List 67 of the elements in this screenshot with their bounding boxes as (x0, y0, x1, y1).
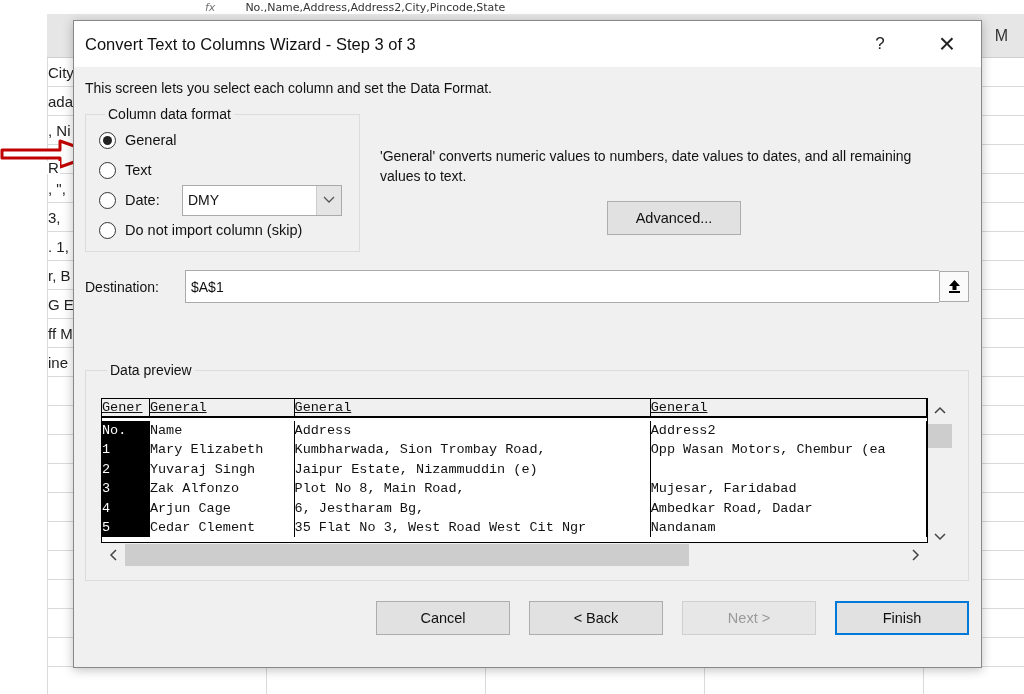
preview-cell: Mujesar, Faridabad (650, 481, 797, 497)
window-title: Convert Text to Columns Wizard - Step 3 of 3 (85, 34, 417, 54)
function-label: fx (205, 0, 216, 14)
sheet-cell: r, B (47, 267, 71, 284)
destination-field[interactable]: $A$1 (185, 270, 939, 303)
option-label[interactable]: Text (125, 162, 152, 178)
preview-cell: Mary Elizabeth (149, 442, 264, 458)
preview-cell: 1 (102, 442, 111, 458)
preview-cell: 2 (102, 461, 111, 477)
wizard-button[interactable]: Finish (835, 601, 969, 635)
group-title: Data preview (109, 362, 193, 378)
scrollbar-thumb[interactable] (928, 424, 952, 448)
date-format-dropdown[interactable]: DMY (182, 184, 342, 216)
format-header[interactable]: General (149, 399, 295, 416)
preview-cell: Cedar Clement (149, 519, 256, 535)
preview-cell: Arjun Cage (149, 500, 231, 516)
group-title: Column data format (107, 106, 232, 122)
radio-button[interactable] (99, 131, 116, 149)
option-label[interactable]: Do not import column (skip) (125, 222, 303, 238)
sheet-cell: ff M (47, 325, 73, 342)
sheet-cell: , Ni (47, 122, 71, 139)
preview-cell: Address2 (650, 423, 716, 438)
preview-cell: Ambedkar Road, Dadar (650, 500, 813, 516)
radio-button[interactable] (99, 191, 116, 209)
preview-cell: Zak Alfonzo (149, 481, 239, 497)
format-description: 'General' converts numeric values to numbers, date values to dates, and all remaining values to text. (380, 147, 913, 186)
sheet-cell: ine (47, 354, 69, 371)
preview-cell: No. (102, 423, 127, 438)
format-header[interactable]: General (650, 399, 927, 416)
sheet-cell: R (47, 161, 60, 174)
wizard-button[interactable]: < Back (529, 601, 663, 635)
scrollbar-thumb[interactable] (125, 544, 689, 566)
radio-button[interactable] (99, 161, 116, 179)
column-header: M (994, 26, 1008, 45)
preview-cell: Plot No 8, Main Road, (294, 481, 465, 497)
option-label[interactable]: General (125, 132, 177, 148)
close-button[interactable]: × (927, 24, 967, 64)
sheet-cell: , ", (47, 180, 66, 197)
preview-cell: Nandanam (650, 519, 716, 535)
preview-cell: Kumbharwada, Sion Trombay Road, (294, 442, 546, 458)
format-header[interactable]: General (294, 399, 651, 416)
preview-cell: 35 Flat No 3, West Road West Cit Ngr (294, 519, 587, 535)
format-header[interactable]: Gener (102, 399, 150, 416)
upload-arrow-icon (948, 280, 960, 293)
option-label[interactable]: Date: (125, 192, 177, 208)
sheet-cell: City (47, 64, 74, 81)
chevron-down-icon (323, 196, 335, 204)
preview-cell: 3 (102, 481, 111, 497)
sheet-cell: ada (47, 93, 74, 110)
formula-text: No.,Name,Address,Address2,City,Pincode,State (245, 0, 506, 14)
advanced-button[interactable]: Advanced... (607, 201, 741, 235)
preview-cell: 4 (102, 500, 111, 516)
sheet-cell: 3, (47, 209, 61, 226)
preview-cell: Name (149, 423, 183, 438)
preview-cell: 6, Jestharam Bg, (294, 500, 425, 516)
sheet-cell: G E (47, 296, 74, 313)
radio-button[interactable] (99, 221, 116, 239)
help-button[interactable]: ? (865, 24, 895, 64)
sheet-cell: . 1, (47, 238, 69, 255)
destination-label: Destination: (85, 278, 160, 295)
instruction-text: This screen lets you select each column and set the Data Format. (85, 80, 493, 96)
preview-cell: Jaipur Estate, Nizammuddin (e) (294, 461, 538, 477)
preview-cell: Yuvaraj Singh (149, 461, 256, 477)
collapse-dialog-button[interactable] (939, 271, 969, 302)
wizard-button[interactable]: Cancel (376, 601, 510, 635)
preview-cell: Opp Wasan Motors, Chembur (ea (650, 442, 886, 458)
preview-cell: 5 (102, 519, 111, 535)
